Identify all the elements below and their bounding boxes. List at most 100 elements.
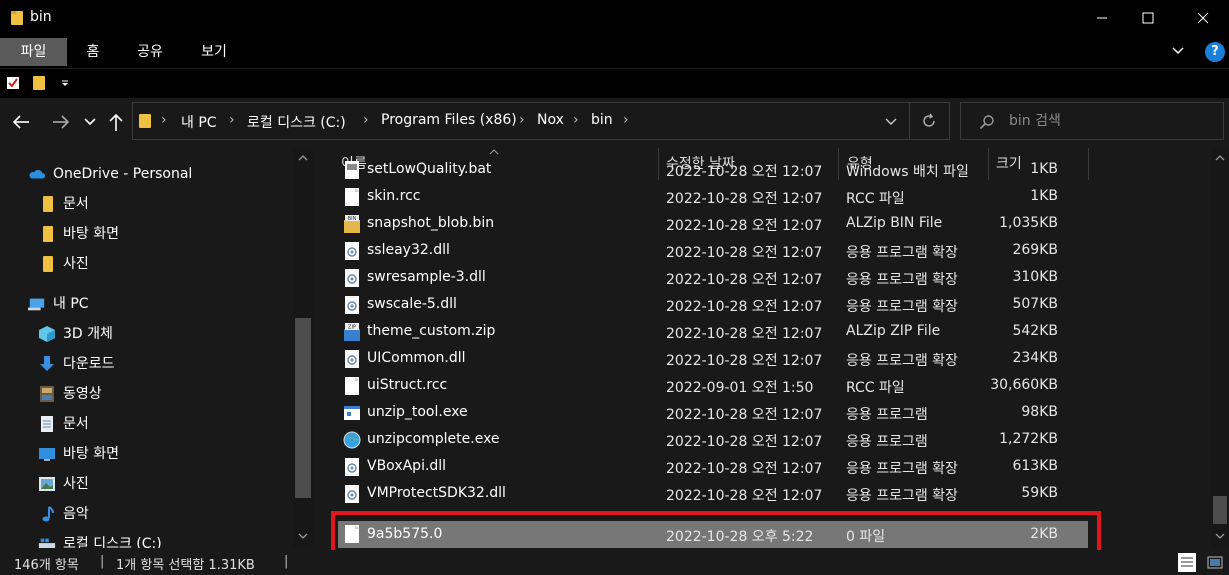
file-row[interactable]: uiStruct.rcc 2022-09-01 오전 1:50 RCC 파일 30,6… — [338, 373, 1088, 400]
file-size: 1KB — [1030, 188, 1058, 204]
tab-share[interactable]: 공유 — [130, 38, 170, 66]
file-type: 응용 프로그램 확장 — [846, 353, 958, 369]
search-box[interactable] — [960, 102, 1224, 140]
file-name: VBoxApi.dll — [367, 458, 447, 474]
computer-icon — [28, 298, 45, 311]
customize-toolbar-icon[interactable] — [60, 79, 70, 87]
maximize-button[interactable] — [1125, 0, 1171, 36]
refresh-icon[interactable] — [921, 113, 937, 129]
large-icons-view-button[interactable] — [1206, 553, 1224, 572]
file-type: 응용 프로그램 — [846, 434, 928, 450]
breadcrumb-bin[interactable]: bin — [591, 112, 613, 128]
file-scrollbar[interactable] — [1211, 148, 1229, 548]
file-date: 2022-10-28 오전 12:07 — [666, 272, 823, 288]
breadcrumb-local-disk[interactable]: 로컬 디스크 (C:) — [247, 112, 346, 132]
back-arrow-icon[interactable] — [12, 114, 30, 130]
new-folder-icon[interactable] — [32, 75, 46, 91]
recent-locations-icon[interactable] — [84, 118, 96, 126]
up-arrow-icon[interactable] — [108, 112, 124, 132]
address-divider — [909, 103, 910, 139]
status-bar: 146개 항목 | 1개 항목 선택함 1.31KB | — [0, 550, 1229, 575]
breadcrumb-separator[interactable]: › — [573, 112, 579, 128]
forward-arrow-icon[interactable] — [52, 114, 70, 130]
breadcrumb-separator[interactable]: › — [623, 112, 629, 128]
breadcrumb-separator[interactable]: › — [229, 112, 235, 128]
dll-file-icon — [345, 485, 359, 503]
nav-scroll-thumb[interactable] — [295, 318, 311, 498]
file-size: 1,272KB — [999, 431, 1058, 447]
dll-file-icon — [345, 242, 359, 260]
minimize-button[interactable] — [1079, 0, 1125, 36]
dll-file-icon — [345, 269, 359, 287]
breadcrumb-program-files[interactable]: Program Files (x86) — [381, 112, 517, 128]
file-list: 이름 수정한 날짜 유형 크기 setLowQuality.bat2022-10… — [316, 148, 1229, 548]
file-scroll-thumb[interactable] — [1213, 496, 1227, 524]
breadcrumb-nox[interactable]: Nox — [537, 112, 564, 128]
file-size: 269KB — [1012, 242, 1058, 258]
svg-text:ZIP: ZIP — [348, 325, 356, 331]
ribbon-tabs: 파일 홈 공유 보기 ? — [0, 36, 1229, 68]
breadcrumb-separator[interactable]: › — [363, 112, 369, 128]
address-bar[interactable]: › 내 PC › 로컬 디스크 (C:) › Program Files (x8… — [132, 102, 950, 140]
search-input[interactable] — [1009, 111, 1209, 131]
scroll-down-icon[interactable] — [298, 532, 308, 540]
music-icon — [42, 506, 54, 522]
breadcrumb-this-pc[interactable]: 내 PC — [181, 112, 217, 132]
properties-icon[interactable] — [6, 76, 20, 90]
dll-file-icon — [345, 458, 359, 476]
breadcrumb-separator[interactable]: › — [161, 112, 167, 128]
tab-view[interactable]: 보기 — [194, 38, 234, 66]
breadcrumb-separator[interactable]: › — [519, 112, 525, 128]
file-row[interactable]: swscale-5.dll 2022-10-28 오전 12:07 응용 프로그램 … — [338, 292, 1088, 319]
file-date: 2022-10-28 오전 12:07 — [666, 407, 823, 423]
chevron-down-icon[interactable] — [885, 118, 897, 126]
scroll-down-icon[interactable] — [1215, 532, 1225, 540]
help-button[interactable]: ? — [1205, 42, 1225, 62]
expand-ribbon-icon[interactable] — [1171, 44, 1185, 58]
file-type: 응용 프로그램 확장 — [846, 488, 958, 504]
column-divider[interactable] — [1088, 148, 1089, 180]
file-row[interactable]: UICommon.dll 2022-10-28 오전 12:07 응용 프로그램 확… — [338, 346, 1088, 373]
tab-file[interactable]: 파일 — [0, 38, 67, 66]
zip-file-icon: ZIP — [344, 323, 360, 341]
file-row[interactable]: setLowQuality.bat 2022-10-28 오전 12:07 Wind… — [338, 157, 1088, 184]
window-title: bin — [30, 9, 52, 25]
close-button[interactable] — [1180, 0, 1226, 36]
scroll-up-icon[interactable] — [298, 154, 308, 162]
file-size: 98KB — [1021, 404, 1058, 420]
file-type: RCC 파일 — [846, 191, 905, 207]
file-name: theme_custom.zip — [367, 323, 496, 339]
file-size: 507KB — [1012, 296, 1058, 312]
file-name: snapshot_blob.bin — [367, 215, 495, 231]
status-item-count: 146개 항목 — [14, 558, 79, 573]
folder-icon — [43, 256, 53, 272]
video-icon — [40, 386, 54, 402]
file-row[interactable]: BIN snapshot_blob.bin 2022-10-28 오전 12:07 A… — [338, 211, 1088, 238]
file-row[interactable]: swresample-3.dll 2022-10-28 오전 12:07 응용 프로… — [338, 265, 1088, 292]
maximize-icon — [1142, 12, 1154, 24]
file-icon — [345, 188, 359, 206]
folder-icon — [43, 196, 53, 212]
file-type: 응용 프로그램 확장 — [846, 461, 958, 477]
download-icon — [40, 356, 54, 371]
tab-home[interactable]: 홈 — [78, 38, 108, 66]
file-row[interactable]: VBoxApi.dll 2022-10-28 오전 12:07 응용 프로그램 확장… — [338, 454, 1088, 481]
file-type: ALZip ZIP File — [846, 323, 941, 339]
file-size: 234KB — [1012, 350, 1058, 366]
file-row[interactable]: VMProtectSDK32.dll 2022-10-28 오전 12:07 응용 … — [338, 481, 1088, 508]
file-row[interactable]: skin.rcc 2022-10-28 오전 12:07 RCC 파일 1KB — [338, 184, 1088, 211]
file-row[interactable]: unzip_tool.exe 2022-10-28 오전 12:07 응용 프로그램… — [338, 400, 1088, 427]
file-name: unzipcomplete.exe — [367, 431, 500, 447]
cloud-icon — [29, 170, 46, 179]
nav-scrollbar[interactable] — [293, 148, 313, 548]
file-row[interactable]: ZIP theme_custom.zip 2022-10-28 오전 12:07 AL… — [338, 319, 1088, 346]
file-date: 2022-10-28 오전 12:07 — [666, 326, 823, 342]
file-date: 2022-10-28 오전 12:07 — [666, 218, 823, 234]
file-row[interactable]: unzipcomplete.exe 2022-10-28 오전 12:07 응용 프… — [338, 427, 1088, 454]
picture-icon — [39, 477, 55, 491]
scroll-up-icon[interactable] — [1215, 154, 1225, 162]
details-view-button[interactable] — [1178, 553, 1196, 572]
file-row[interactable]: ssleay32.dll 2022-10-28 오전 12:07 응용 프로그램 확… — [338, 238, 1088, 265]
file-size: 30,660KB — [990, 377, 1058, 393]
file-date: 2022-10-28 오전 12:07 — [666, 164, 823, 180]
